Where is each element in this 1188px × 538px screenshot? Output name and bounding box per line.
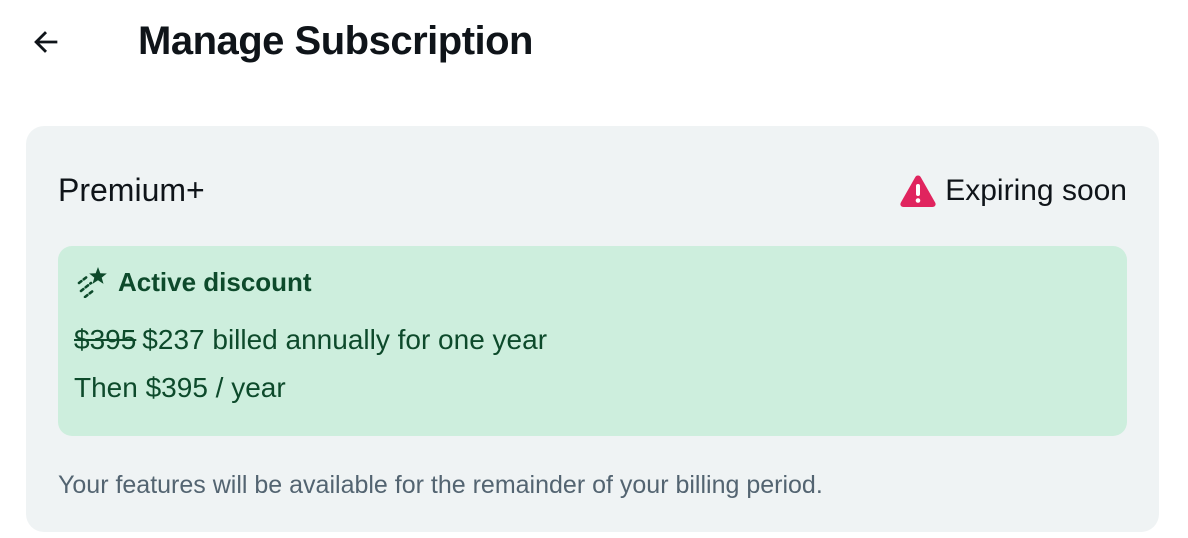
original-price: $395 bbox=[74, 324, 137, 355]
discount-header: Active discount bbox=[76, 264, 312, 300]
arrow-left-icon bbox=[34, 31, 58, 53]
manage-subscription-page: Manage Subscription Premium+ Expiring so… bbox=[0, 0, 1188, 538]
active-discount-panel: Active discount $395 $237 billed annually… bbox=[58, 246, 1127, 436]
plan-name: Premium+ bbox=[58, 172, 205, 208]
renewal-price-line: Then $395 / year bbox=[74, 372, 286, 403]
subscription-card: Premium+ Expiring soon Active discount $… bbox=[26, 126, 1159, 532]
warning-triangle-icon bbox=[900, 175, 936, 207]
discounted-price: $237 billed annually for one year bbox=[142, 324, 548, 355]
status-text: Expiring soon bbox=[945, 174, 1127, 207]
sparkle-stars-icon bbox=[77, 267, 107, 298]
header: Manage Subscription bbox=[0, 0, 1188, 90]
billing-period-note: Your features will be available for the … bbox=[58, 471, 823, 499]
discount-title: Active discount bbox=[118, 267, 312, 297]
back-button[interactable] bbox=[22, 18, 70, 66]
status-badge: Expiring soon bbox=[899, 172, 1127, 210]
page-title: Manage Subscription bbox=[138, 19, 534, 63]
discount-price-line: $395 $237 billed annually for one year bbox=[74, 322, 547, 358]
